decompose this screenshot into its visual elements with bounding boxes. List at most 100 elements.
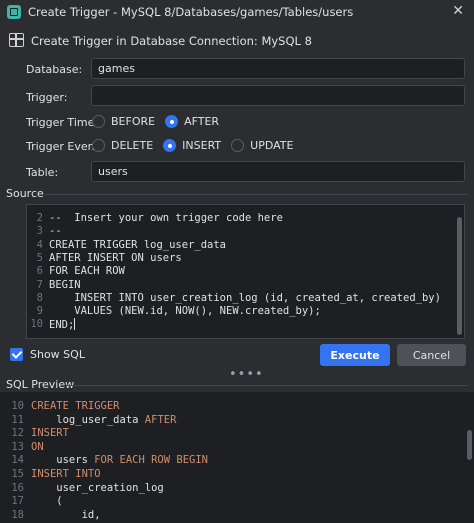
radio-after-indicator[interactable]: [165, 115, 179, 128]
sql-text: id,: [31, 508, 101, 521]
radio-update-indicator[interactable]: [231, 139, 245, 152]
line-number: 10: [11, 400, 24, 412]
source-divider: [46, 194, 468, 195]
radio-before[interactable]: BEFORE: [92, 115, 155, 128]
radio-insert-indicator[interactable]: [163, 139, 177, 152]
sql-keyword: ON: [31, 440, 44, 453]
radio-delete-label: DELETE: [111, 139, 154, 152]
cancel-button[interactable]: Cancel: [397, 344, 466, 366]
code-text: AFTER INSERT ON users: [49, 251, 182, 264]
radio-after[interactable]: AFTER: [165, 115, 219, 128]
sql-text: user_creation_log: [31, 481, 164, 494]
trigger-label: Trigger:: [26, 91, 68, 104]
sql-text: (: [31, 495, 63, 508]
database-field[interactable]: games: [91, 58, 465, 79]
trigger-name-input[interactable]: [91, 85, 465, 106]
code-text: CREATE TRIGGER log_user_data: [49, 238, 227, 251]
preview-code: id,: [31, 509, 101, 521]
trigger-event-group: DELETE INSERT UPDATE: [92, 139, 303, 152]
sql-preview-editor[interactable]: 10 CREATE TRIGGER 11 log_user_data AFTER 12…: [0, 392, 474, 523]
line-number: 16: [11, 481, 24, 494]
radio-before-label: BEFORE: [111, 115, 156, 128]
code-line[interactable]: 8 INSERT INTO user_creation_log (id, cre…: [27, 292, 464, 305]
database-label: Database:: [26, 63, 83, 76]
trigger-time-label: Trigger Time:: [26, 116, 99, 129]
show-sql-toggle[interactable]: Show SQL: [10, 348, 85, 361]
code-text: BEGIN: [49, 278, 81, 291]
preview-code: CREATE TRIGGER: [31, 400, 120, 412]
splitter-handle[interactable]: ••••: [229, 367, 264, 382]
connection-header: Create Trigger in Database Connection: M…: [0, 30, 474, 52]
radio-update-label: UPDATE: [250, 139, 294, 152]
preview-code: user_creation_log: [31, 481, 164, 494]
preview-line[interactable]: 12 INSERT: [0, 427, 474, 440]
code-line[interactable]: 2 -- Insert your own trigger code here: [27, 212, 464, 225]
line-number: 7: [36, 278, 43, 291]
sql-text: users: [31, 454, 95, 467]
line-number: 2: [36, 212, 43, 224]
sql-keyword: AFTER: [144, 413, 177, 426]
sql-keyword: INSERT INTO: [31, 468, 101, 480]
preview-code: INSERT INTO: [31, 468, 101, 480]
table-icon: [9, 33, 24, 47]
show-sql-checkbox[interactable]: [10, 348, 23, 361]
code-line[interactable]: 4 CREATE TRIGGER log_user_data: [27, 239, 464, 252]
line-number: 18: [11, 508, 24, 521]
preview-code: log_user_data AFTER: [31, 414, 176, 426]
radio-delete[interactable]: DELETE: [92, 139, 153, 152]
preview-divider: [66, 385, 468, 386]
code-text: VALUES (NEW.id, NOW(), NEW.created_by);: [49, 305, 321, 318]
line-number: 4: [36, 238, 43, 251]
code-line[interactable]: 10 END;: [27, 318, 464, 331]
line-number: 13: [11, 440, 24, 453]
table-field[interactable]: users: [91, 161, 465, 182]
source-editor[interactable]: 2 -- Insert your own trigger code here 3 --…: [26, 204, 465, 339]
close-icon[interactable]: ✕: [452, 3, 464, 19]
code-line[interactable]: 6 FOR EACH ROW: [27, 265, 464, 278]
preview-code: ON: [31, 441, 44, 453]
line-number: 12: [11, 427, 24, 440]
line-number: 15: [11, 468, 24, 480]
connection-label: Create Trigger in Database Connection: M…: [31, 34, 312, 48]
code-text: FOR EACH ROW: [49, 265, 125, 278]
sql-keyword: INSERT: [31, 427, 69, 440]
radio-delete-indicator[interactable]: [92, 139, 105, 152]
code-line[interactable]: 3 --: [27, 225, 464, 238]
line-number: 10: [30, 318, 43, 331]
preview-line[interactable]: 13 ON: [0, 441, 474, 454]
line-number: 5: [36, 251, 43, 264]
line-number: 6: [36, 265, 43, 278]
preview-line[interactable]: 15 INSERT INTO: [0, 468, 474, 481]
execute-button[interactable]: Execute: [320, 344, 390, 366]
code-line[interactable]: 7 BEGIN: [27, 279, 464, 292]
code-line[interactable]: 9 VALUES (NEW.id, NOW(), NEW.created_by)…: [27, 305, 464, 318]
line-number: 8: [36, 291, 43, 304]
code-text: -- Insert your own trigger code here: [49, 212, 283, 224]
preview-line[interactable]: 10 CREATE TRIGGER: [0, 400, 474, 413]
app-icon: [7, 5, 21, 19]
radio-insert[interactable]: INSERT: [163, 139, 221, 152]
preview-code: (: [31, 495, 63, 508]
title-bar: Create Trigger - MySQL 8/Databases/games…: [0, 0, 474, 24]
radio-update[interactable]: UPDATE: [231, 139, 293, 152]
radio-before-indicator[interactable]: [92, 115, 105, 128]
preview-line[interactable]: 16 user_creation_log: [0, 482, 474, 495]
text-caret: [74, 318, 76, 331]
source-section-title: Source: [6, 187, 44, 200]
preview-line[interactable]: 17 (: [0, 495, 474, 508]
preview-line[interactable]: 14 users FOR EACH ROW BEGIN: [0, 454, 474, 467]
code-line[interactable]: 5 AFTER INSERT ON users: [27, 252, 464, 265]
show-sql-label: Show SQL: [30, 348, 85, 361]
preview-line[interactable]: 18 id,: [0, 509, 474, 522]
code-text: --: [49, 225, 62, 238]
radio-insert-label: INSERT: [182, 139, 222, 152]
table-label: Table:: [26, 166, 59, 179]
line-number: 3: [36, 225, 43, 238]
preview-code: INSERT: [31, 427, 69, 439]
line-number: 11: [11, 413, 24, 426]
preview-line[interactable]: 11 log_user_data AFTER: [0, 414, 474, 427]
line-number: 9: [36, 305, 43, 318]
sql-preview-section-title: SQL Preview: [6, 378, 75, 391]
line-number: 17: [11, 495, 24, 508]
window-title: Create Trigger - MySQL 8/Databases/games…: [28, 5, 354, 19]
